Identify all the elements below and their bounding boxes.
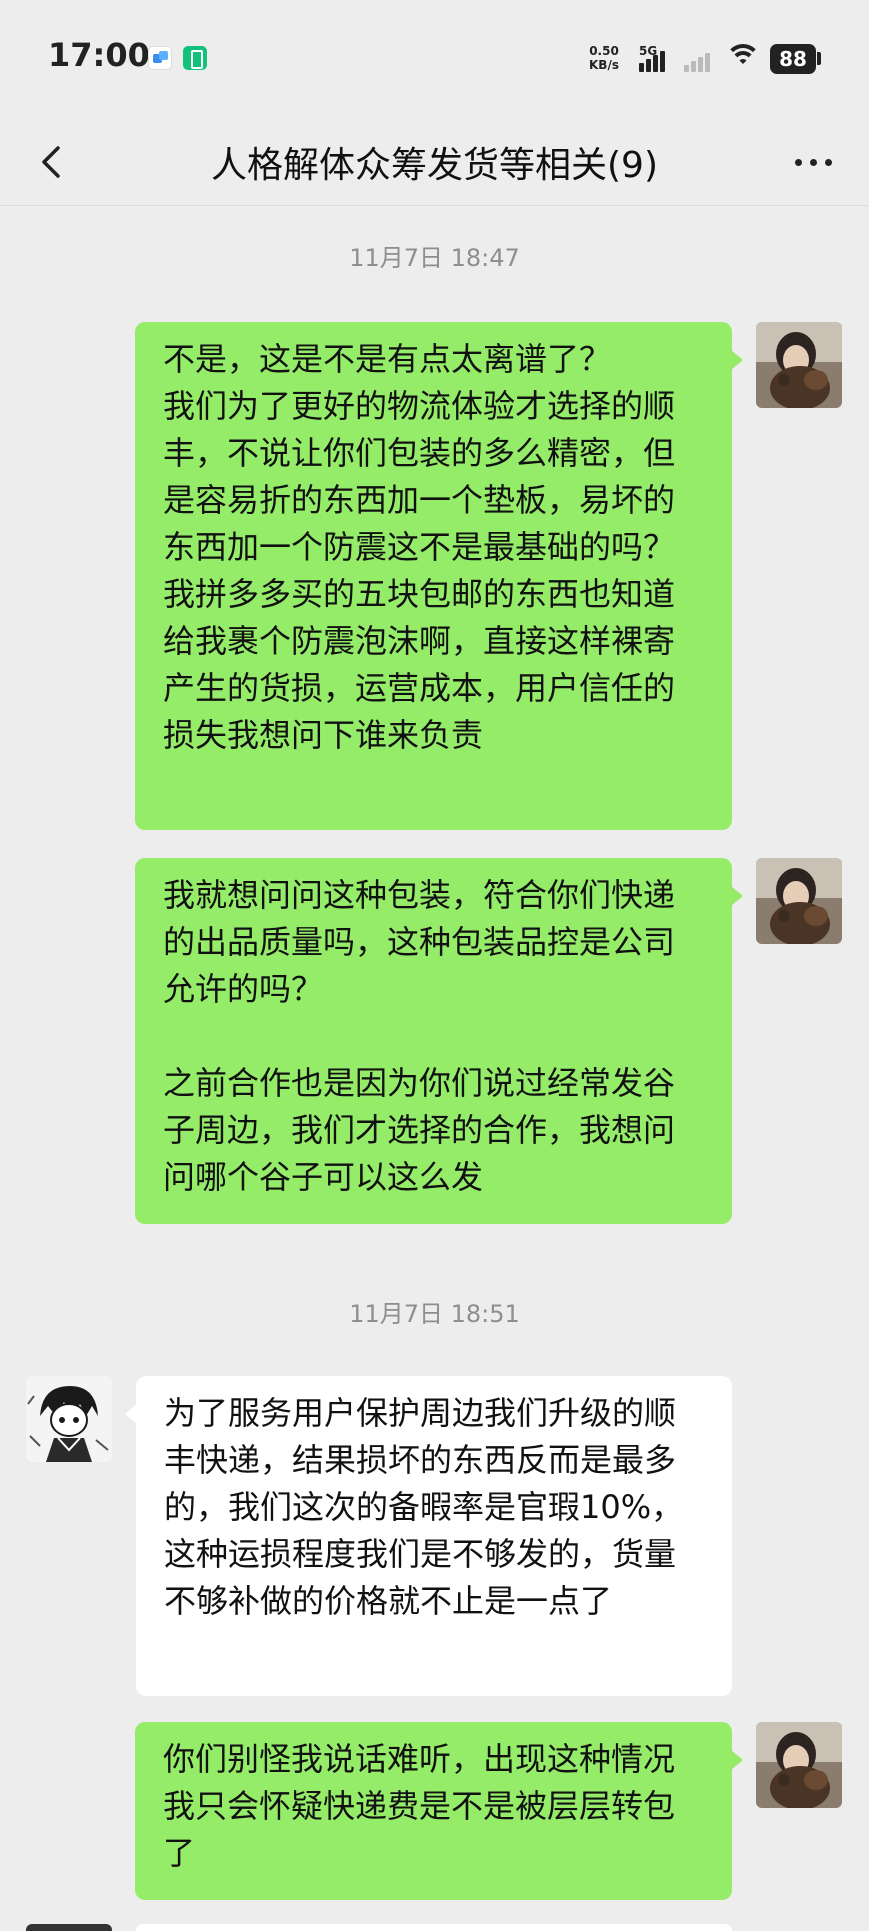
more-options-button[interactable] bbox=[777, 134, 849, 190]
network-speed-value: 0.50 bbox=[589, 44, 619, 58]
self-avatar[interactable] bbox=[756, 858, 842, 944]
message-bubble-partial[interactable] bbox=[136, 1924, 732, 1931]
network-speed-unit: KB/s bbox=[589, 58, 619, 72]
status-time: 17:00 bbox=[48, 36, 150, 74]
battery-icon: 88 bbox=[770, 44, 816, 74]
self-avatar[interactable] bbox=[756, 322, 842, 408]
wifi-icon bbox=[724, 44, 762, 74]
app-notification-icon bbox=[148, 46, 172, 70]
more-dots-icon bbox=[794, 158, 802, 166]
chevron-left-icon bbox=[42, 146, 60, 178]
status-bar: 17:00 0.50 KB/s 5G 88 bbox=[0, 0, 869, 118]
chat-screen: 17:00 0.50 KB/s 5G 88 人格解体众筹发货等相关(9) 11月… bbox=[0, 0, 869, 1931]
message-bubble-received[interactable]: 为了服务用户保护周边我们升级的顺丰快递，结果损坏的东西反而是最多的，我们这次的备… bbox=[125, 1376, 732, 1696]
chat-header: 人格解体众筹发货等相关(9) bbox=[0, 118, 869, 206]
message-bubble-sent[interactable]: 我就想问问这种包装，符合你们快递的出品质量吗，这种包装品控是公司允许的吗？ 之前… bbox=[135, 858, 743, 1224]
battery-app-notification-icon bbox=[183, 46, 207, 70]
chat-title: 人格解体众筹发货等相关(9) bbox=[211, 145, 658, 186]
message-bubble-sent[interactable]: 你们别怪我说话难听，出现这种情况我只会怀疑快递费是不是被层层转包了 bbox=[135, 1722, 743, 1900]
message-timestamp: 11月7日 18:47 bbox=[349, 244, 520, 272]
contact-avatar-partial[interactable] bbox=[26, 1924, 112, 1931]
message-bubble-sent[interactable]: 不是，这是不是有点太离谱了？ 我们为了更好的物流体验才选择的顺丰，不说让你们包装… bbox=[135, 322, 743, 830]
signal-bars-icon bbox=[639, 48, 669, 72]
signal-bars-secondary-icon bbox=[684, 48, 714, 72]
message-timestamp: 11月7日 18:51 bbox=[349, 1300, 520, 1328]
network-speed: 0.50 KB/s bbox=[589, 44, 619, 72]
self-avatar[interactable] bbox=[756, 1722, 842, 1808]
battery-tip bbox=[817, 52, 821, 65]
contact-avatar[interactable] bbox=[26, 1376, 112, 1462]
back-button[interactable] bbox=[26, 134, 82, 190]
